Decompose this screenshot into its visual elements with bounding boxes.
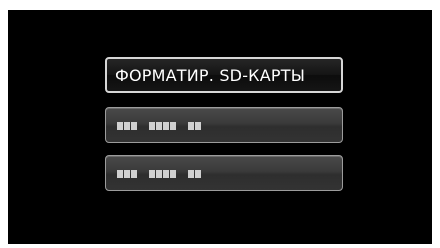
placeholder-text-bar xyxy=(117,122,201,130)
format-sd-card-label: ФОРМАТИР. SD-КАРТЫ xyxy=(115,65,306,85)
menu-item-3[interactable] xyxy=(105,155,343,191)
placeholder-text-bar xyxy=(117,170,201,178)
format-sd-card-button[interactable]: ФОРМАТИР. SD-КАРТЫ xyxy=(105,57,343,93)
menu-item-2[interactable] xyxy=(105,107,343,143)
camera-menu-screen: ФОРМАТИР. SD-КАРТЫ xyxy=(8,10,432,244)
